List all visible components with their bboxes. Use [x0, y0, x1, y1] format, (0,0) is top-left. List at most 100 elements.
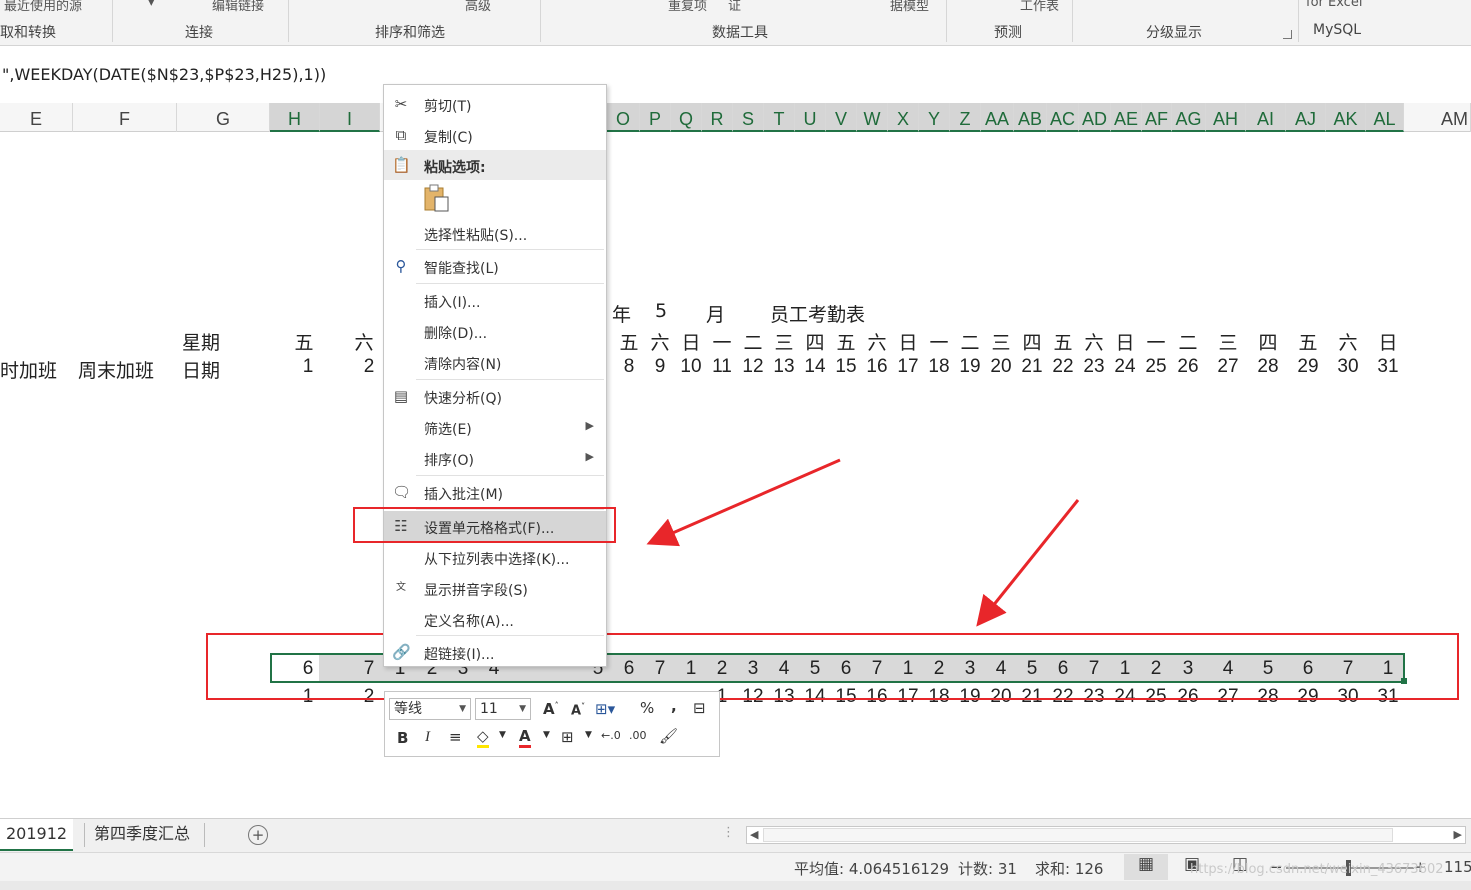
weekday-cell[interactable]: 一: [1142, 328, 1170, 355]
date-cell[interactable]: 27: [1214, 356, 1242, 378]
menu-item-insert[interactable]: 插入(I)...: [384, 285, 606, 315]
label-weekday[interactable]: 星期: [182, 328, 220, 355]
col-header-AA[interactable]: AA: [981, 103, 1014, 132]
weekday-cell[interactable]: 六: [646, 328, 674, 355]
col-header-Z[interactable]: Z: [950, 103, 981, 132]
menu-item-pick-from-list[interactable]: 从下拉列表中选择(K)...: [384, 542, 606, 572]
col-header-R[interactable]: R: [702, 103, 733, 132]
chevron-down-icon[interactable]: ▼: [499, 730, 506, 740]
ribbon-validation[interactable]: 证: [728, 0, 741, 14]
title-year[interactable]: 年: [612, 300, 631, 327]
add-sheet-icon[interactable]: +: [248, 825, 268, 845]
date-cell[interactable]: 10: [677, 356, 705, 378]
date-cell[interactable]: 29: [1294, 356, 1322, 378]
date-cell[interactable]: 25: [1142, 356, 1170, 378]
weekday-cell[interactable]: 五: [1294, 328, 1322, 355]
chevron-down-icon[interactable]: ▼: [585, 730, 592, 740]
date-cell[interactable]: 12: [739, 356, 767, 378]
col-header-AG[interactable]: AG: [1172, 103, 1206, 132]
chevron-down-icon[interactable]: ▼: [543, 730, 550, 740]
increase-font-icon[interactable]: A˄: [543, 700, 559, 718]
date-cell[interactable]: 18: [925, 356, 953, 378]
menu-item-paste-special[interactable]: 选择性粘贴(S)...: [384, 218, 606, 248]
zoom-level[interactable]: 115: [1444, 858, 1471, 876]
ribbon-advanced[interactable]: 高级: [465, 0, 491, 14]
col-header-AL[interactable]: AL: [1366, 103, 1404, 132]
date-cell[interactable]: 24: [1111, 356, 1139, 378]
weekday-cell[interactable]: 日: [1111, 328, 1139, 355]
menu-item-insert-comment[interactable]: 🗨 插入批注(M): [384, 477, 606, 507]
weekday-cell[interactable]: 二: [739, 328, 767, 355]
normal-view-icon[interactable]: ▦: [1124, 854, 1168, 880]
col-header-AH[interactable]: AH: [1206, 103, 1246, 132]
bold-icon[interactable]: B: [397, 729, 408, 747]
date-cell[interactable]: 8: [615, 356, 643, 378]
menu-item-filter[interactable]: 筛选(E) ▶: [384, 412, 606, 442]
label-weekend-overtime[interactable]: 周末加班: [78, 356, 154, 383]
date-cell[interactable]: 11: [708, 356, 736, 378]
date-cell[interactable]: 16: [863, 356, 891, 378]
font-size-select[interactable]: 11 ▼: [475, 698, 531, 720]
col-header-AK[interactable]: AK: [1326, 103, 1366, 132]
date-cell[interactable]: 19: [956, 356, 984, 378]
ribbon-forecast-sheet[interactable]: 工作表: [1020, 0, 1059, 14]
menu-item-clear-contents[interactable]: 清除内容(N): [384, 347, 606, 377]
menu-item-cut[interactable]: ✂ 剪切(T): [384, 89, 606, 119]
weekday-cell[interactable]: 三: [1214, 328, 1242, 355]
col-header-AF[interactable]: AF: [1142, 103, 1172, 132]
menu-item-phonetic[interactable]: 文 显示拼音字段(S): [384, 573, 606, 603]
weekday-cell[interactable]: 六: [1334, 328, 1362, 355]
date-cell[interactable]: 9: [646, 356, 674, 378]
weekday-cell[interactable]: 五: [615, 328, 643, 355]
menu-item-copy[interactable]: ⧉ 复制(C): [384, 120, 606, 150]
font-color-icon[interactable]: A: [519, 727, 531, 748]
format-painter-table-icon[interactable]: ⊟: [693, 699, 706, 717]
date-cell[interactable]: 30: [1334, 356, 1362, 378]
menu-item-delete[interactable]: 删除(D)...: [384, 316, 606, 346]
date-cell[interactable]: 14: [801, 356, 829, 378]
col-header-P[interactable]: P: [640, 103, 671, 132]
weekday-cell[interactable]: 三: [987, 328, 1015, 355]
font-select[interactable]: 等线 ▼: [389, 698, 471, 720]
title-month-number[interactable]: 5: [655, 300, 667, 322]
title-attendance[interactable]: 员工考勤表: [770, 300, 865, 327]
col-header-X[interactable]: X: [888, 103, 919, 132]
col-header-V[interactable]: V: [826, 103, 857, 132]
col-header-AI[interactable]: AI: [1246, 103, 1286, 132]
col-header-F[interactable]: F: [73, 103, 177, 132]
italic-icon[interactable]: I: [425, 729, 430, 746]
scroll-left-icon[interactable]: ◀: [750, 828, 758, 841]
align-center-icon[interactable]: ≡: [449, 728, 462, 746]
date-cell[interactable]: 20: [987, 356, 1015, 378]
date-cell[interactable]: 26: [1174, 356, 1202, 378]
col-header-AB[interactable]: AB: [1014, 103, 1047, 132]
col-header-Q[interactable]: Q: [671, 103, 702, 132]
date-cell[interactable]: 22: [1049, 356, 1077, 378]
weekday-cell[interactable]: 六: [863, 328, 891, 355]
weekday-cell[interactable]: 五: [832, 328, 860, 355]
dialog-launcher-icon[interactable]: [1283, 30, 1292, 39]
date-cell[interactable]: 28: [1254, 356, 1282, 378]
col-header-G[interactable]: G: [177, 103, 270, 132]
weekday-cell[interactable]: 二: [1174, 328, 1202, 355]
decrease-font-icon[interactable]: A˅: [571, 702, 585, 718]
col-header-AD[interactable]: AD: [1079, 103, 1111, 132]
col-header-T[interactable]: T: [764, 103, 795, 132]
weekday-cell[interactable]: 一: [925, 328, 953, 355]
col-header-I[interactable]: I: [320, 103, 380, 132]
date-cell[interactable]: 17: [894, 356, 922, 378]
percent-icon[interactable]: %: [640, 699, 654, 717]
label-date[interactable]: 日期: [182, 356, 220, 383]
chevron-down-icon[interactable]: ▾: [148, 0, 155, 10]
col-header-S[interactable]: S: [733, 103, 764, 132]
weekday-cell[interactable]: 四: [1018, 328, 1046, 355]
col-header-AJ[interactable]: AJ: [1286, 103, 1326, 132]
ribbon-duplicates[interactable]: 重复项: [668, 0, 707, 14]
ribbon-edit-links[interactable]: 编辑链接: [212, 0, 264, 14]
weekday-cell[interactable]: 一: [708, 328, 736, 355]
date-cell[interactable]: 21: [1018, 356, 1046, 378]
label-overtime[interactable]: 时加班: [0, 356, 57, 383]
paste-icon[interactable]: [422, 183, 450, 213]
splitter-icon[interactable]: ⋮: [722, 825, 735, 840]
sheet-tab-q4-summary[interactable]: 第四季度汇总: [88, 819, 196, 851]
